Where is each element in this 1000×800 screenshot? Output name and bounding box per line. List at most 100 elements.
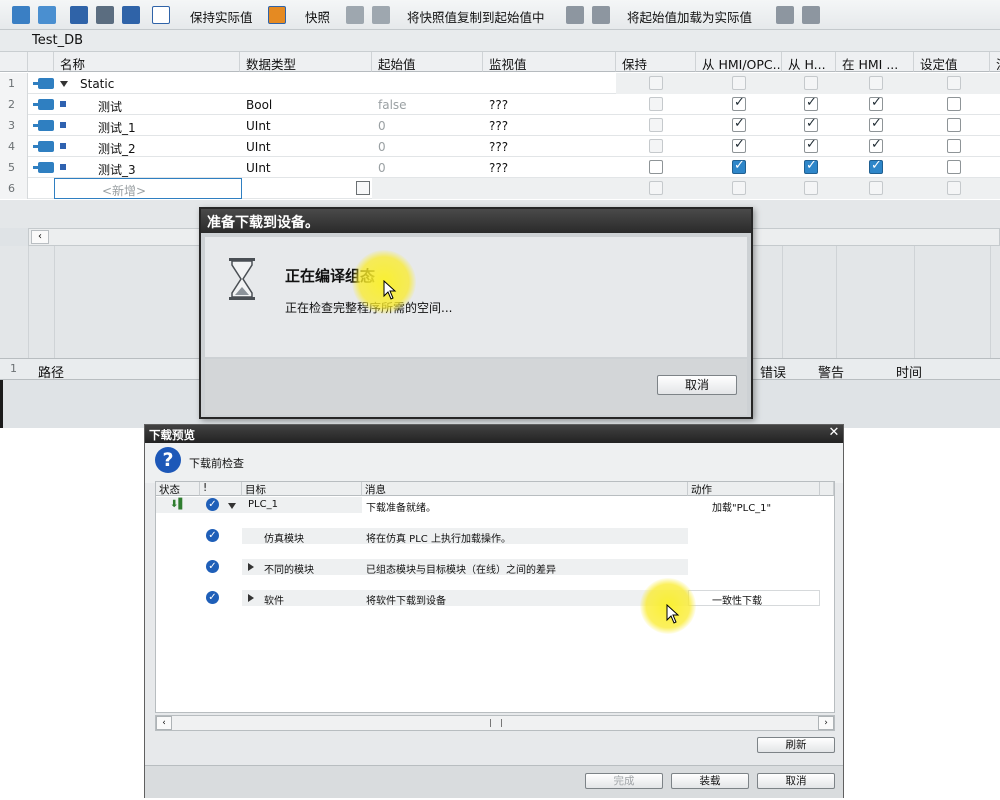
- header-datatype[interactable]: 数据类型: [240, 52, 372, 72]
- row-datatype[interactable]: Bool: [240, 94, 278, 115]
- table-row[interactable]: 1 Static: [0, 73, 1000, 94]
- from-hmi-opc-checkbox[interactable]: [732, 137, 746, 153]
- list-item[interactable]: ✓ 仿真模块 将在仿真 PLC 上执行加载操作。: [156, 528, 834, 545]
- download-cancel-button[interactable]: 取消: [757, 773, 835, 789]
- header-action[interactable]: 动作: [688, 482, 820, 496]
- header-name[interactable]: 名称: [54, 52, 240, 72]
- info-time-header[interactable]: 时间: [896, 362, 922, 381]
- header-from-hmi-opc[interactable]: 从 HMI/OPC...: [696, 52, 782, 72]
- list-icon[interactable]: [122, 6, 140, 24]
- header-in-hmi[interactable]: 在 HMI ...: [836, 52, 914, 72]
- snapshot-load-icon[interactable]: [372, 6, 390, 24]
- retain-checkbox[interactable]: [649, 118, 663, 132]
- info-path-header[interactable]: 路径: [38, 362, 64, 381]
- close-icon[interactable]: ✕: [827, 426, 841, 440]
- row-start-value[interactable]: 0: [372, 115, 392, 136]
- expand-arrow-icon[interactable]: [248, 563, 254, 571]
- copy-snapshot-button[interactable]: 将快照值复制到起始值中: [407, 7, 545, 26]
- insert-row-icon[interactable]: [12, 6, 30, 24]
- list-item[interactable]: ✓ 不同的模块 已组态模块与目标模块（在线）之间的差异: [156, 559, 834, 576]
- scroll-thumb-grip-icon[interactable]: [490, 719, 502, 727]
- from-h-checkbox[interactable]: [804, 181, 818, 195]
- scroll-right-icon[interactable]: ›: [818, 716, 834, 730]
- from-h-checkbox[interactable]: [804, 95, 818, 111]
- collapse-arrow-icon[interactable]: [228, 503, 236, 509]
- datatype-picker-icon[interactable]: [356, 181, 370, 195]
- list-item[interactable]: ✓ 软件 将软件下载到设备 一致性下载: [156, 590, 834, 607]
- header-message[interactable]: 消息: [362, 482, 688, 496]
- load-2-icon[interactable]: [802, 6, 820, 24]
- load-button[interactable]: 装载: [671, 773, 749, 789]
- header-info[interactable]: !: [200, 482, 242, 496]
- start-value-icon[interactable]: [566, 6, 584, 24]
- row-start-value[interactable]: false: [372, 94, 413, 115]
- in-hmi-checkbox[interactable]: [869, 158, 883, 174]
- snapshot-icon[interactable]: [268, 6, 286, 24]
- from-h-checkbox[interactable]: [804, 158, 818, 174]
- row-name[interactable]: 测试: [92, 94, 128, 115]
- from-h-checkbox[interactable]: [804, 76, 818, 90]
- download-horizontal-scrollbar[interactable]: ‹ ›: [155, 715, 835, 731]
- header-start-value[interactable]: 起始值: [372, 52, 483, 72]
- row-name[interactable]: <新增>: [96, 178, 152, 199]
- retain-checkbox[interactable]: [649, 97, 663, 111]
- row-datatype[interactable]: UInt: [240, 136, 277, 157]
- from-hmi-opc-checkbox[interactable]: [732, 76, 746, 90]
- from-h-checkbox[interactable]: [804, 116, 818, 132]
- table-row[interactable]: 3 测试_1 UInt 0 ???: [0, 115, 1000, 136]
- expand-icon[interactable]: [70, 6, 88, 24]
- row-datatype[interactable]: UInt: [240, 157, 277, 178]
- info-warning-header[interactable]: 警告: [818, 362, 844, 381]
- retain-checkbox[interactable]: [649, 76, 663, 90]
- table-row[interactable]: 4 测试_2 UInt 0 ???: [0, 136, 1000, 157]
- edit-icon[interactable]: [96, 6, 114, 24]
- finish-button[interactable]: 完成: [585, 773, 663, 789]
- load-icon[interactable]: [776, 6, 794, 24]
- header-target[interactable]: 目标: [242, 482, 362, 496]
- in-hmi-checkbox[interactable]: [869, 76, 883, 90]
- snapshot-copy-icon[interactable]: [346, 6, 364, 24]
- start-value-2-icon[interactable]: [592, 6, 610, 24]
- in-hmi-checkbox[interactable]: [869, 116, 883, 132]
- header-monitor-value[interactable]: 监视值: [483, 52, 616, 72]
- expand-arrow-icon[interactable]: [248, 594, 254, 602]
- setpoint-checkbox[interactable]: [947, 118, 961, 132]
- table-row[interactable]: 6 <新增>: [0, 178, 1000, 199]
- list-item[interactable]: ⬇▌ ✓ PLC_1 下载准备就绪。 加载"PLC_1": [156, 497, 834, 514]
- header-comment[interactable]: 注: [990, 52, 1000, 72]
- info-error-header[interactable]: 错误: [760, 362, 786, 381]
- add-row-icon[interactable]: [38, 6, 56, 24]
- row-name[interactable]: 测试_2: [92, 136, 142, 157]
- table-row[interactable]: 5 测试_3 UInt 0 ???: [0, 157, 1000, 178]
- monitor-icon[interactable]: [152, 6, 170, 24]
- in-hmi-checkbox[interactable]: [869, 137, 883, 153]
- setpoint-checkbox[interactable]: [947, 160, 961, 174]
- header-from-h[interactable]: 从 H...: [782, 52, 836, 72]
- in-hmi-checkbox[interactable]: [869, 95, 883, 111]
- in-hmi-checkbox[interactable]: [869, 181, 883, 195]
- row-action[interactable]: 一致性下载: [712, 592, 762, 607]
- retain-checkbox[interactable]: [649, 181, 663, 195]
- row-start-value[interactable]: 0: [372, 136, 392, 157]
- row-datatype[interactable]: UInt: [240, 115, 277, 136]
- download-dialog-titlebar[interactable]: 下载预览 ✕: [145, 425, 843, 443]
- from-hmi-opc-checkbox[interactable]: [732, 181, 746, 195]
- row-action[interactable]: 加载"PLC_1": [712, 499, 771, 514]
- header-retain[interactable]: 保持: [616, 52, 696, 72]
- header-setpoint[interactable]: 设定值: [914, 52, 990, 72]
- row-start-value[interactable]: 0: [372, 157, 392, 178]
- retain-checkbox[interactable]: [649, 160, 663, 174]
- setpoint-checkbox[interactable]: [947, 76, 961, 90]
- table-row[interactable]: 2 测试 Bool false ???: [0, 94, 1000, 115]
- retain-checkbox[interactable]: [649, 139, 663, 153]
- scroll-left-icon[interactable]: ‹: [31, 230, 49, 244]
- compile-dialog-titlebar[interactable]: 准备下载到设备。: [201, 209, 751, 233]
- row-name[interactable]: 测试_3: [92, 157, 142, 178]
- load-start-button[interactable]: 将起始值加载为实际值: [627, 7, 752, 26]
- header-status[interactable]: 状态: [156, 482, 200, 496]
- setpoint-checkbox[interactable]: [947, 139, 961, 153]
- keep-actual-button[interactable]: 保持实际值: [190, 7, 253, 26]
- snapshot-button[interactable]: 快照: [305, 7, 330, 26]
- from-hmi-opc-checkbox[interactable]: [732, 158, 746, 174]
- row-name[interactable]: 测试_1: [92, 115, 142, 136]
